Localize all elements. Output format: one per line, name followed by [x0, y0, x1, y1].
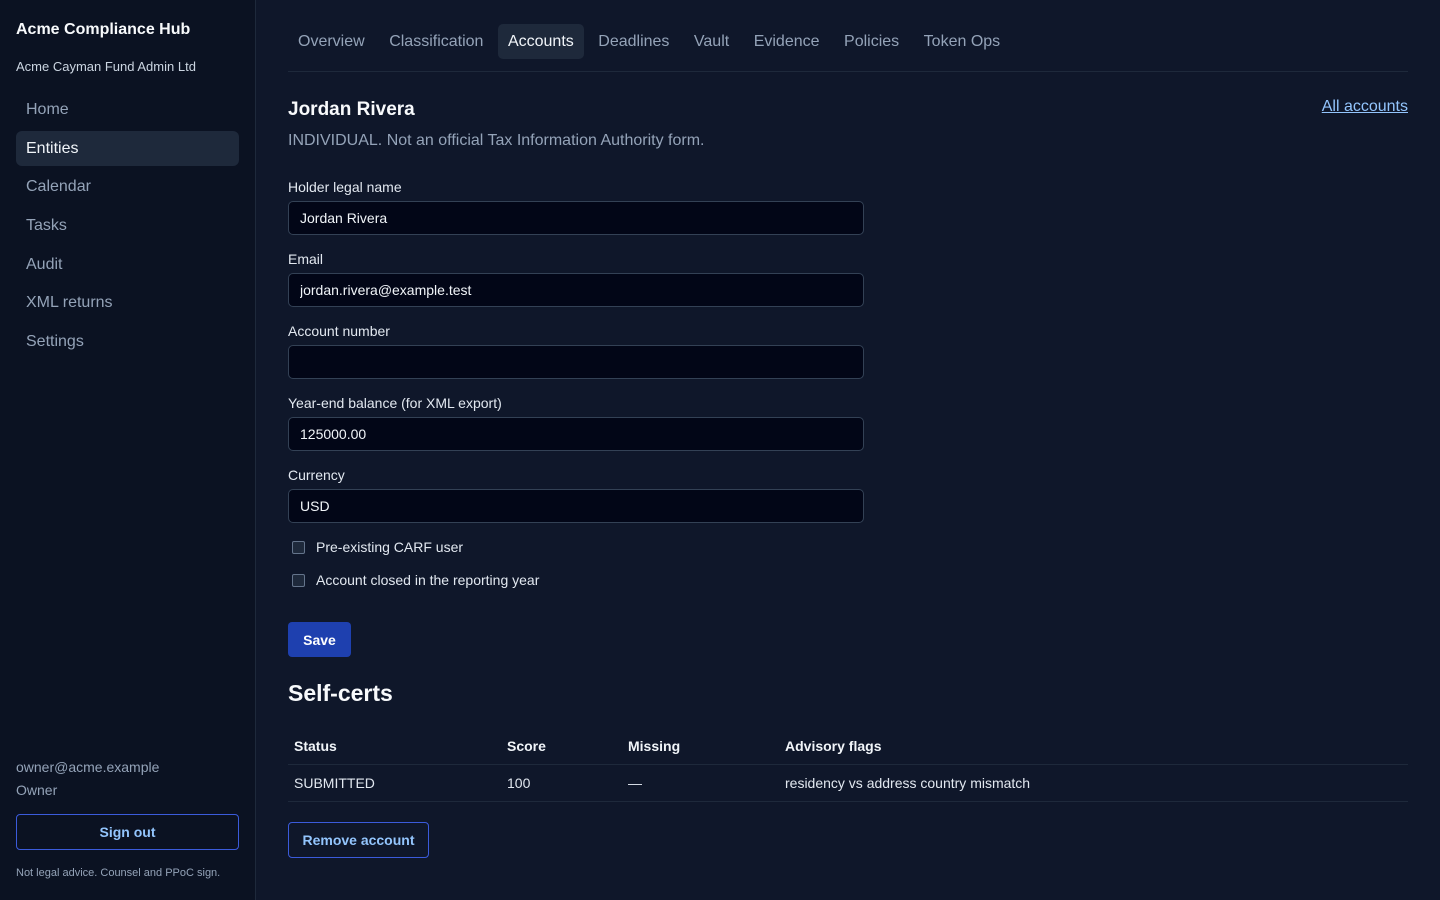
- org-name: Acme Cayman Fund Admin Ltd: [16, 59, 196, 74]
- holder-name-input[interactable]: [288, 201, 864, 235]
- preexisting-checkbox[interactable]: [292, 540, 305, 554]
- selfcerts-table: Status Score Missing Advisory flags SUBM…: [288, 728, 1408, 802]
- balance-input[interactable]: [288, 417, 864, 451]
- tab-deadlines[interactable]: Deadlines: [588, 24, 679, 59]
- preexisting-row: Pre-existing CARF user: [288, 537, 463, 557]
- tab-token-ops[interactable]: Token Ops: [914, 24, 1010, 59]
- sidebar-item-tasks[interactable]: Tasks: [16, 208, 239, 243]
- holder-name-label: Holder legal name: [288, 179, 402, 195]
- cell-status: SUBMITTED: [294, 775, 375, 791]
- closed-checkbox[interactable]: [292, 573, 305, 587]
- tab-accounts[interactable]: Accounts: [497, 24, 584, 59]
- closed-label: Account closed in the reporting year: [316, 572, 540, 588]
- cell-score: 100: [507, 775, 531, 791]
- account-number-label: Account number: [288, 323, 390, 339]
- currency-input[interactable]: [288, 489, 864, 523]
- user-role: Owner: [16, 782, 58, 798]
- tab-vault[interactable]: Vault: [684, 24, 739, 59]
- tab-overview[interactable]: Overview: [288, 24, 375, 59]
- sidebar-item-xml-returns[interactable]: XML returns: [16, 285, 239, 320]
- sidebar-item-settings[interactable]: Settings: [16, 324, 239, 359]
- column-header-status: Status: [294, 738, 337, 754]
- email-label: Email: [288, 251, 324, 267]
- app-title: Acme Compliance Hub: [16, 21, 191, 38]
- cell-advisory-flags: residency vs address country mismatch: [785, 775, 1031, 791]
- entity-tabs: Overview Classification Accounts Deadlin…: [288, 24, 1015, 59]
- account-subtitle: INDIVIDUAL. Not an official Tax Informat…: [288, 132, 705, 149]
- cell-missing: —: [628, 775, 642, 791]
- closed-row: Account closed in the reporting year: [288, 570, 539, 590]
- tab-policies[interactable]: Policies: [834, 24, 909, 59]
- sidebar-nav: Home Entities Calendar Tasks Audit XML r…: [16, 92, 239, 363]
- tab-evidence[interactable]: Evidence: [744, 24, 830, 59]
- balance-label: Year-end balance (for XML export): [288, 395, 502, 411]
- all-accounts-link[interactable]: All accounts: [1322, 98, 1408, 116]
- remove-account-button[interactable]: Remove account: [288, 822, 429, 858]
- sign-out-button[interactable]: Sign out: [16, 814, 239, 850]
- legal-disclaimer: Not legal advice. Counsel and PPoC sign.: [16, 867, 221, 879]
- sidebar-item-audit[interactable]: Audit: [16, 247, 239, 282]
- table-header: Status Score Missing Advisory flags: [288, 728, 1408, 765]
- currency-label: Currency: [288, 467, 345, 483]
- column-header-advisory-flags: Advisory flags: [785, 738, 882, 754]
- email-input[interactable]: [288, 273, 864, 307]
- tab-classification[interactable]: Classification: [379, 24, 493, 59]
- sidebar: Acme Compliance Hub Acme Cayman Fund Adm…: [0, 0, 256, 900]
- column-header-score: Score: [507, 738, 546, 754]
- sidebar-item-entities[interactable]: Entities: [16, 130, 239, 166]
- column-header-missing: Missing: [628, 738, 681, 754]
- account-number-input[interactable]: [288, 345, 864, 379]
- save-button[interactable]: Save: [288, 622, 351, 657]
- table-row: SUBMITTED 100 — residency vs address cou…: [288, 765, 1408, 802]
- sidebar-item-calendar[interactable]: Calendar: [16, 169, 239, 204]
- selfcerts-title: Self-certs: [288, 680, 393, 706]
- user-email: owner@acme.example: [16, 759, 160, 775]
- page-title: Jordan Rivera: [288, 99, 415, 120]
- tabs-divider: [288, 71, 1408, 72]
- preexisting-label: Pre-existing CARF user: [316, 539, 464, 555]
- sidebar-item-home[interactable]: Home: [16, 92, 239, 127]
